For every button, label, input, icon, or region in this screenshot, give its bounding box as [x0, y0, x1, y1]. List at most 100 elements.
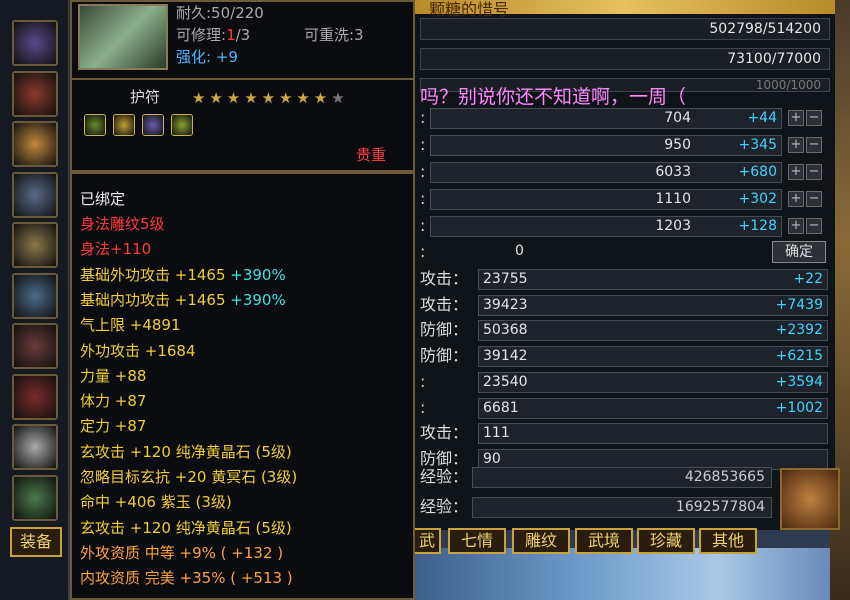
star-icon: ★ — [209, 89, 223, 107]
minus-button[interactable]: − — [806, 164, 822, 180]
experience-box: 1692577804 — [472, 497, 772, 518]
equipment-slots — [0, 0, 69, 600]
item-tooltip-stats: 已绑定 身法雕纹5级 身法+110 基础外功攻击 +1465 +390% 基础内功攻击… — [70, 172, 415, 600]
combat-stat-bonus: +1002 — [775, 399, 823, 416]
attribute-row: : 950 +345 + − — [420, 133, 830, 157]
panel-tab[interactable]: 武境 — [575, 528, 633, 554]
panel-tab[interactable]: 珍藏 — [637, 528, 695, 554]
combat-stat-box: 111 — [478, 423, 828, 445]
combat-stat-value: 111 — [483, 425, 510, 442]
tooltip-stat-line: 基础外功攻击 +1465 +390% — [80, 264, 286, 285]
item-type: 护符 — [130, 88, 161, 106]
attribute-value: 950 — [664, 137, 691, 153]
panel-tab[interactable]: 雕纹 — [512, 528, 570, 554]
enhance-level: 强化: +9 — [176, 48, 238, 66]
plus-button[interactable]: + — [788, 164, 804, 180]
attribute-row: : 704 +44 + − — [420, 106, 830, 130]
equipment-slot[interactable] — [12, 323, 58, 369]
equipment-slot[interactable] — [12, 373, 58, 420]
star-icon: ★ — [261, 89, 276, 107]
attribute-value: 704 — [664, 110, 691, 126]
experience-row: 经验： 426853665 — [420, 465, 780, 489]
plus-button[interactable]: + — [788, 137, 804, 153]
stat-text: 基础内功攻击 +1465 — [80, 290, 231, 309]
tooltip-stat-line: 内攻资质 完美 +35% ( +513 ) — [80, 567, 293, 588]
equipment-slot[interactable] — [12, 222, 58, 268]
combat-stat-row: 防御： 39142 +6215 — [420, 344, 830, 368]
combat-stat-value: 39423 — [483, 296, 528, 313]
equipment-slot[interactable] — [12, 121, 58, 167]
equipment-slot[interactable] — [12, 70, 58, 117]
equipment-slot[interactable] — [12, 474, 58, 521]
rewash-count: 可重洗:3 — [304, 26, 364, 44]
attribute-label: : — [420, 216, 426, 235]
combat-stat-box: 39142 +6215 — [478, 346, 828, 368]
combat-stat-box: 50368 +2392 — [478, 320, 828, 342]
combat-stat-row: : 6681 +1002 — [420, 396, 830, 420]
stat-text: 力量 +88 — [80, 366, 147, 385]
combat-stat-label: 防御： — [420, 320, 469, 340]
plus-button[interactable]: + — [788, 218, 804, 234]
minus-button[interactable]: − — [806, 137, 822, 153]
attribute-value: 6033 — [655, 164, 691, 180]
equipment-slot[interactable] — [12, 272, 58, 319]
stat-text: 定力 +87 — [80, 417, 147, 436]
tooltip-stat-line: 气上限 +4891 — [80, 314, 181, 335]
attribute-row: : 1110 +302 + − — [420, 187, 830, 211]
attribute-bonus: +128 — [738, 218, 777, 234]
plus-button[interactable]: + — [788, 110, 804, 126]
gem-green-icon — [84, 114, 106, 136]
equipment-item-icon — [14, 22, 56, 64]
star-icon: ★ — [244, 89, 258, 107]
plus-button[interactable]: + — [788, 191, 804, 207]
combat-stat-label: : — [420, 371, 426, 391]
combat-stat-row: 攻击： 39423 +7439 — [420, 293, 830, 317]
equipment-item-icon — [14, 123, 56, 165]
panel-tab[interactable]: 武 — [413, 528, 441, 554]
hp-bar: 502798/514200 — [420, 18, 830, 40]
experience-box: 426853665 — [472, 467, 772, 488]
minus-button[interactable]: − — [806, 110, 822, 126]
star-icon: ★ — [331, 89, 345, 107]
combat-stat-value: 23540 — [483, 373, 528, 390]
confirm-button[interactable]: 确定 — [772, 241, 826, 263]
equipment-item-icon — [14, 426, 56, 468]
attribute-box: 6033 +680 — [430, 162, 782, 183]
experience-value: 426853665 — [684, 469, 765, 485]
gem-gold-icon — [113, 114, 135, 136]
stat-text: 基础外功攻击 +1465 — [80, 265, 231, 284]
equipment-slot[interactable] — [12, 171, 58, 218]
combat-stat-bonus: +22 — [793, 271, 823, 287]
equipment-slot[interactable] — [12, 424, 58, 470]
combat-stat-label: 攻击： — [420, 294, 469, 314]
equipment-item-icon — [14, 476, 56, 519]
combat-stat-box: 6681 +1002 — [478, 397, 828, 419]
panel-tab[interactable]: 其他 — [699, 528, 757, 554]
points-label: : — [420, 242, 426, 261]
tooltip-stat-line: 外功攻击 +1684 — [80, 340, 196, 361]
panel-tab[interactable]: 七情 — [448, 528, 506, 554]
equip-tab[interactable]: 装备 — [10, 527, 62, 557]
stat-bonus-percent: +390% — [230, 290, 286, 309]
star-icon: ★ — [296, 89, 310, 107]
attribute-label: : — [420, 135, 426, 154]
tooltip-stat-line: 外攻资质 中等 +9% ( +132 ) — [80, 542, 283, 563]
tooltip-stat-line: 身法雕纹5级 — [80, 213, 165, 234]
scene-view — [410, 548, 850, 600]
tooltip-stat-line: 玄攻击 +120 纯净黄晶石 (5级) — [80, 441, 292, 462]
tooltip-stat-line: 命中 +406 紫玉 (3级) — [80, 491, 232, 512]
minus-button[interactable]: − — [806, 191, 822, 207]
combat-stat-bonus: +2392 — [775, 322, 823, 339]
gem-purple-icon — [142, 114, 164, 136]
gem-lime-icon — [171, 114, 193, 136]
combat-stat-box: 39423 +7439 — [478, 294, 828, 316]
attribute-box: 950 +345 — [430, 135, 782, 156]
experience-label: 经验： — [420, 467, 469, 486]
stat-text: 体力 +87 — [80, 392, 147, 411]
equipment-item-icon — [14, 325, 56, 367]
attribute-bonus: +302 — [738, 191, 777, 207]
equipment-slot[interactable] — [12, 20, 58, 66]
dragon-head-icon[interactable] — [780, 468, 840, 530]
minus-button[interactable]: − — [806, 218, 822, 234]
attribute-box: 1110 +302 — [430, 189, 782, 210]
